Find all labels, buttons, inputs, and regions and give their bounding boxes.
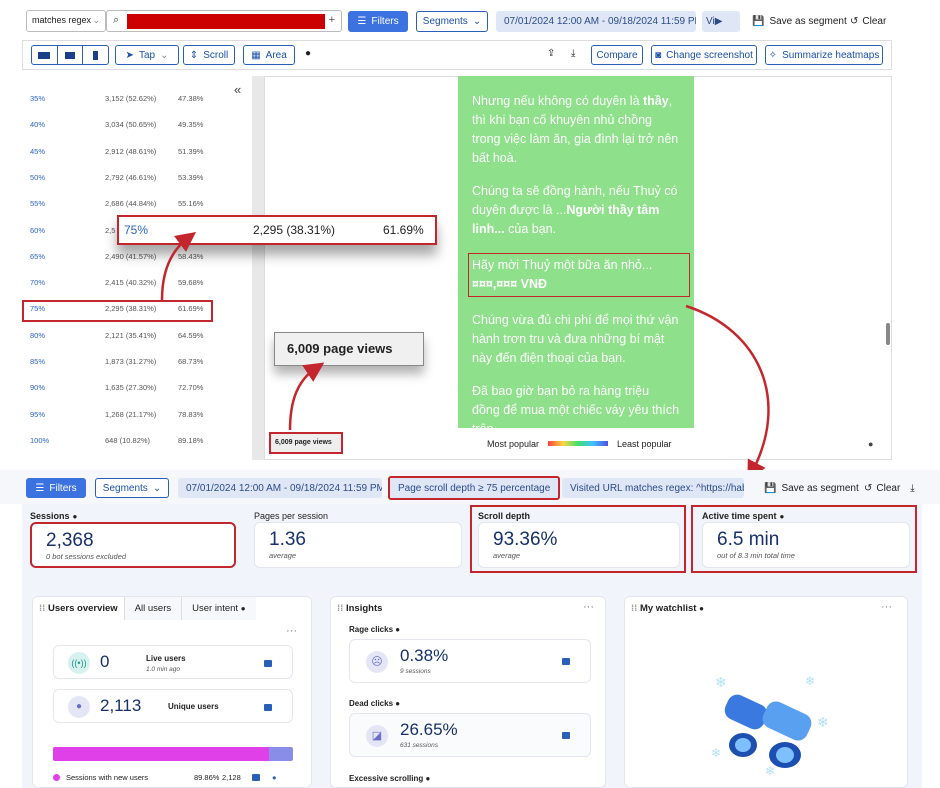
undo-icon: ↺: [864, 483, 873, 494]
scroll-card: 93.36% average: [478, 522, 680, 568]
new-users-row: Sessions with new users 89.86% 2,128 ●: [53, 773, 293, 782]
live-users-label: Live users: [146, 654, 186, 663]
video-icon[interactable]: [562, 658, 570, 665]
dead-clicks-value: 26.65%: [400, 720, 458, 739]
rage-clicks-sub: 9 sessions: [400, 668, 431, 675]
svg-text:❄: ❄: [711, 746, 721, 760]
drop-icon[interactable]: ●: [272, 773, 277, 782]
tab-user-intent[interactable]: User intent ●: [182, 597, 256, 620]
svg-text:❄: ❄: [715, 674, 727, 690]
video-icon[interactable]: [562, 732, 570, 739]
metric-active: Active time spent ●: [702, 511, 785, 521]
video-icon[interactable]: [252, 774, 260, 781]
arrow-highlight-to-filter: [685, 304, 770, 481]
rage-clicks-label: Rage clicks ●: [349, 625, 401, 634]
live-users-sub: 1.0 min ago: [146, 666, 180, 673]
info-icon[interactable]: ●: [699, 604, 704, 613]
date-range-chip[interactable]: 07/01/2024 12:00 AM - 09/18/2024 11:59 P…: [178, 478, 382, 498]
live-users-card: ((•)) 0 Live users 1.0 min ago: [53, 645, 293, 679]
unique-users-label: Unique users: [168, 702, 219, 711]
more-options-icon[interactable]: ···: [583, 601, 594, 613]
tab-all-users[interactable]: All users: [124, 597, 183, 620]
live-users-value: 0: [100, 652, 110, 671]
info-icon[interactable]: ●: [241, 604, 246, 613]
active-card: 6.5 min out of 8.3 min total time: [702, 522, 910, 568]
filters-button[interactable]: ☰ Filters: [26, 478, 86, 498]
svg-text:❄: ❄: [805, 674, 815, 688]
info-icon[interactable]: ●: [395, 625, 400, 634]
dead-click-icon: ◪: [366, 725, 388, 747]
more-options-icon[interactable]: ···: [286, 625, 297, 637]
dead-clicks-card[interactable]: ◪ 26.65% 631 sessions: [349, 713, 591, 757]
svg-text:❄: ❄: [817, 714, 829, 730]
drag-handle-icon[interactable]: ⁞⁞: [631, 603, 640, 614]
download-icon[interactable]: ⤓: [910, 483, 914, 494]
info-icon[interactable]: ●: [780, 512, 785, 521]
watchlist-title: ⁞⁞ My watchlist ●: [631, 603, 704, 614]
angry-face-icon: ☹: [366, 651, 388, 673]
visited-url-chip[interactable]: Visited URL matches regex: ^https://hab▶: [562, 478, 744, 498]
excessive-scrolling-label: Excessive scrolling ●: [349, 774, 431, 783]
binoculars-icon: ❄ ❄ ❄ ❄ ❄: [711, 674, 829, 777]
pages-card: 1.36 average: [254, 522, 462, 568]
segments-button[interactable]: Segments ⌄: [95, 478, 169, 498]
dead-clicks-sub: 631 sessions: [400, 742, 438, 749]
rage-clicks-card[interactable]: ☹ 0.38% 9 sessions: [349, 639, 591, 683]
unique-users-value: 2,113: [100, 696, 142, 715]
drag-handle-icon[interactable]: ⁞⁞: [39, 603, 48, 614]
metric-pages: Pages per session: [254, 511, 329, 521]
watchlist-panel: ⁞⁞ My watchlist ● ··· ❄ ❄ ❄ ❄ ❄: [624, 596, 908, 788]
insights-panel: ⁞⁞ Insights ··· Rage clicks ● ☹ 0.38% 9 …: [330, 596, 606, 788]
panel-tabs: ⁞⁞ Users overview All users User intent …: [33, 597, 256, 620]
info-icon[interactable]: ●: [73, 512, 78, 521]
insights-title: ⁞⁞ Insights: [337, 603, 383, 614]
metric-scroll: Scroll depth: [478, 511, 531, 521]
magenta-dot-icon: [53, 774, 60, 781]
chevron-down-icon: ⌄: [152, 482, 162, 494]
rage-clicks-value: 0.38%: [400, 646, 449, 665]
video-icon[interactable]: [264, 660, 272, 667]
close-icon[interactable]: ×: [558, 483, 560, 494]
tab-users-overview[interactable]: ⁞⁞ Users overview: [33, 597, 125, 620]
more-options-icon[interactable]: ···: [881, 601, 892, 613]
info-icon[interactable]: ●: [426, 774, 431, 783]
info-icon[interactable]: ●: [395, 699, 400, 708]
drag-handle-icon[interactable]: ⁞⁞: [337, 603, 346, 614]
arrow-pageviews-to-zoom: [288, 362, 325, 431]
metric-sessions: Sessions ●: [30, 511, 78, 521]
new-users-bar: [53, 747, 293, 761]
sessions-card: 2,368 0 bot sessions excluded: [30, 522, 236, 568]
unique-users-card: ● 2,113 Unique users: [53, 689, 293, 723]
new-users-bar-fill: [53, 747, 269, 761]
video-icon[interactable]: [264, 704, 272, 711]
users-overview-panel: ⁞⁞ Users overview All users User intent …: [32, 596, 312, 788]
arrow-row-to-zoom: [160, 231, 196, 301]
svg-text:❄: ❄: [765, 764, 775, 777]
dead-clicks-label: Dead clicks ●: [349, 699, 401, 708]
save-segment-button[interactable]: 💾 Save as segment: [764, 483, 859, 494]
filter-icon: ☰: [35, 482, 45, 494]
clear-button[interactable]: ↺ Clear ⤓: [864, 483, 915, 494]
live-signal-icon: ((•)): [68, 652, 90, 674]
user-icon: ●: [68, 696, 90, 718]
scroll-depth-filter-chip[interactable]: Page scroll depth ≥ 75 percentage×: [388, 476, 560, 500]
save-icon: 💾: [764, 483, 777, 494]
